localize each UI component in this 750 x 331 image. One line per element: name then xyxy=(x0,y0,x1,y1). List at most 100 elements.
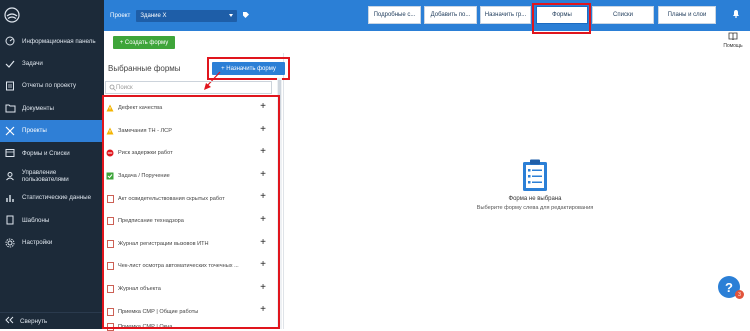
collapse-label: Свернуть xyxy=(20,317,48,325)
list-item-label: Приемка СМР | Общие работы xyxy=(118,308,199,315)
book-icon xyxy=(720,32,746,43)
forms-icon xyxy=(4,147,16,159)
sidebar-item-projects[interactable]: Проекты xyxy=(0,119,104,142)
sidebar-item-users[interactable]: Управление пользователями xyxy=(0,164,104,186)
sidebar-item-forms[interactable]: Формы и Списки xyxy=(0,142,104,164)
tab-forms[interactable]: Формы xyxy=(536,6,588,24)
scrollbar-thumb[interactable] xyxy=(278,80,281,120)
document-icon xyxy=(106,285,114,293)
add-icon[interactable]: + xyxy=(260,192,266,202)
empty-state-subtitle: Выберите форму слева для редактирования xyxy=(476,205,594,211)
document-icon xyxy=(106,217,114,226)
sidebar-item-label: Проекты xyxy=(22,127,47,135)
tasks-icon xyxy=(4,58,16,70)
list-item[interactable]: Чек-лист осмотра автоматических точечных… xyxy=(104,255,276,278)
list-item-label: Приемка СМР | Окна xyxy=(118,323,173,330)
help-doc-label: Помощь xyxy=(723,43,743,49)
double-chevron-left-icon xyxy=(4,316,14,326)
sidebar-item-templates[interactable]: Шаблоны xyxy=(0,209,104,231)
add-icon[interactable]: + xyxy=(260,237,266,248)
sidebar-item-label: Статистические данные xyxy=(22,194,92,202)
sidebar-item-stats[interactable]: Статистические данные xyxy=(0,187,104,209)
tab-label: Подробные с... xyxy=(373,12,416,18)
logo-icon xyxy=(4,7,20,23)
warning-icon xyxy=(106,104,114,112)
stop-icon xyxy=(106,149,114,157)
list-item-label: Риск задержки работ xyxy=(118,150,173,157)
add-icon[interactable]: + xyxy=(260,102,266,112)
sidebar-item-label: Формы и Списки xyxy=(22,149,70,157)
settings-icon xyxy=(4,237,16,249)
bell-icon[interactable] xyxy=(732,9,740,20)
list-item[interactable]: Журнал регистрации вызовов ИТН + xyxy=(104,233,276,256)
logo[interactable] xyxy=(0,0,104,30)
folder-icon xyxy=(4,102,16,114)
add-icon[interactable]: + xyxy=(260,214,266,225)
assign-form-button[interactable]: + Назначить форму xyxy=(212,62,285,75)
add-icon[interactable]: + xyxy=(260,282,266,293)
document-icon xyxy=(106,323,114,331)
dashboard-icon xyxy=(4,35,16,47)
list-item[interactable]: Риск задержки работ + xyxy=(104,142,276,165)
create-form-button[interactable]: + Создать форму xyxy=(113,36,175,49)
caret-down-icon xyxy=(229,13,234,17)
panel-title: Выбранные формы xyxy=(108,64,181,73)
add-icon[interactable]: + xyxy=(260,147,266,157)
sidebar-item-label: Шаблоны xyxy=(22,216,50,224)
search-input[interactable]: Поиск xyxy=(105,81,272,94)
document-icon xyxy=(106,307,114,316)
tab-assign[interactable]: Назначить гр... xyxy=(480,6,531,24)
tab-lists[interactable]: Списки xyxy=(592,6,654,24)
tag-icon[interactable] xyxy=(242,11,250,21)
tools-icon xyxy=(4,125,16,137)
project-label: Проект xyxy=(110,12,131,19)
project-select[interactable]: Здание X xyxy=(136,9,238,22)
stats-icon xyxy=(4,192,16,204)
collapse-sidebar-button[interactable]: Свернуть xyxy=(0,312,104,329)
list-item[interactable]: Журнал объекта + xyxy=(104,278,276,301)
tab-plans[interactable]: Планы и слои xyxy=(658,6,716,24)
empty-state: Форма не выбрана Выберите форму слева дл… xyxy=(455,158,615,211)
sidebar-item-tasks[interactable]: Задачи xyxy=(0,52,104,74)
tab-label: Добавить по... xyxy=(430,12,471,18)
list-item[interactable]: Замечания ТН - ЛСР + xyxy=(104,120,276,143)
list-item[interactable]: Дефект качества + xyxy=(104,97,276,120)
add-icon[interactable]: + xyxy=(260,305,266,315)
checkbox-icon xyxy=(106,172,114,180)
tab-details[interactable]: Подробные с... xyxy=(368,6,421,24)
add-icon[interactable]: + xyxy=(260,169,266,180)
list-item-label: Предписание технадзора xyxy=(118,218,184,225)
list-item-label: Журнал объекта xyxy=(118,286,161,293)
sidebar-item-label: Задачи xyxy=(22,60,43,68)
sidebar-item-dashboard[interactable]: Информационная панель xyxy=(0,30,104,52)
project-select-value: Здание X xyxy=(140,12,167,19)
list-item-label: Акт освидетельствования скрытых работ xyxy=(118,195,225,202)
warning-icon xyxy=(106,127,114,135)
help-doc-button[interactable]: Помощь xyxy=(720,32,746,49)
list-item[interactable]: Акт освидетельствования скрытых работ + xyxy=(104,187,276,210)
list-item[interactable]: Задача / Поручение + xyxy=(104,165,276,188)
templates-icon xyxy=(4,214,16,226)
empty-state-title: Форма не выбрана xyxy=(508,196,562,202)
document-icon xyxy=(106,262,114,271)
search-icon xyxy=(109,84,116,93)
add-icon[interactable]: + xyxy=(260,260,266,270)
list-item[interactable]: Предписание технадзора + xyxy=(104,210,276,233)
sidebar-item-documents[interactable]: Документы xyxy=(0,97,104,119)
clipboard-icon xyxy=(455,158,615,192)
tab-add[interactable]: Добавить по... xyxy=(424,6,477,24)
reports-icon xyxy=(4,80,16,92)
add-icon[interactable]: + xyxy=(260,124,266,135)
search-placeholder: Поиск xyxy=(116,84,133,91)
sidebar-item-label: Документы xyxy=(22,104,54,112)
list-item[interactable]: Приемка СМР | Окна xyxy=(104,323,276,331)
list-item[interactable]: Приемка СМР | Общие работы + xyxy=(104,300,276,323)
sidebar-item-reports[interactable]: Отчеты по проекту xyxy=(0,75,104,97)
scrollbar[interactable] xyxy=(277,78,282,329)
sidebar-item-settings[interactable]: Настройки xyxy=(0,232,104,254)
sidebar: Информационная панель Задачи Отчеты по п… xyxy=(0,0,104,329)
notification-badge: 3 xyxy=(735,290,744,299)
tab-label: Списки xyxy=(613,12,633,18)
tab-label: Назначить гр... xyxy=(484,12,527,18)
sidebar-item-label: Отчеты по проекту xyxy=(22,82,77,90)
